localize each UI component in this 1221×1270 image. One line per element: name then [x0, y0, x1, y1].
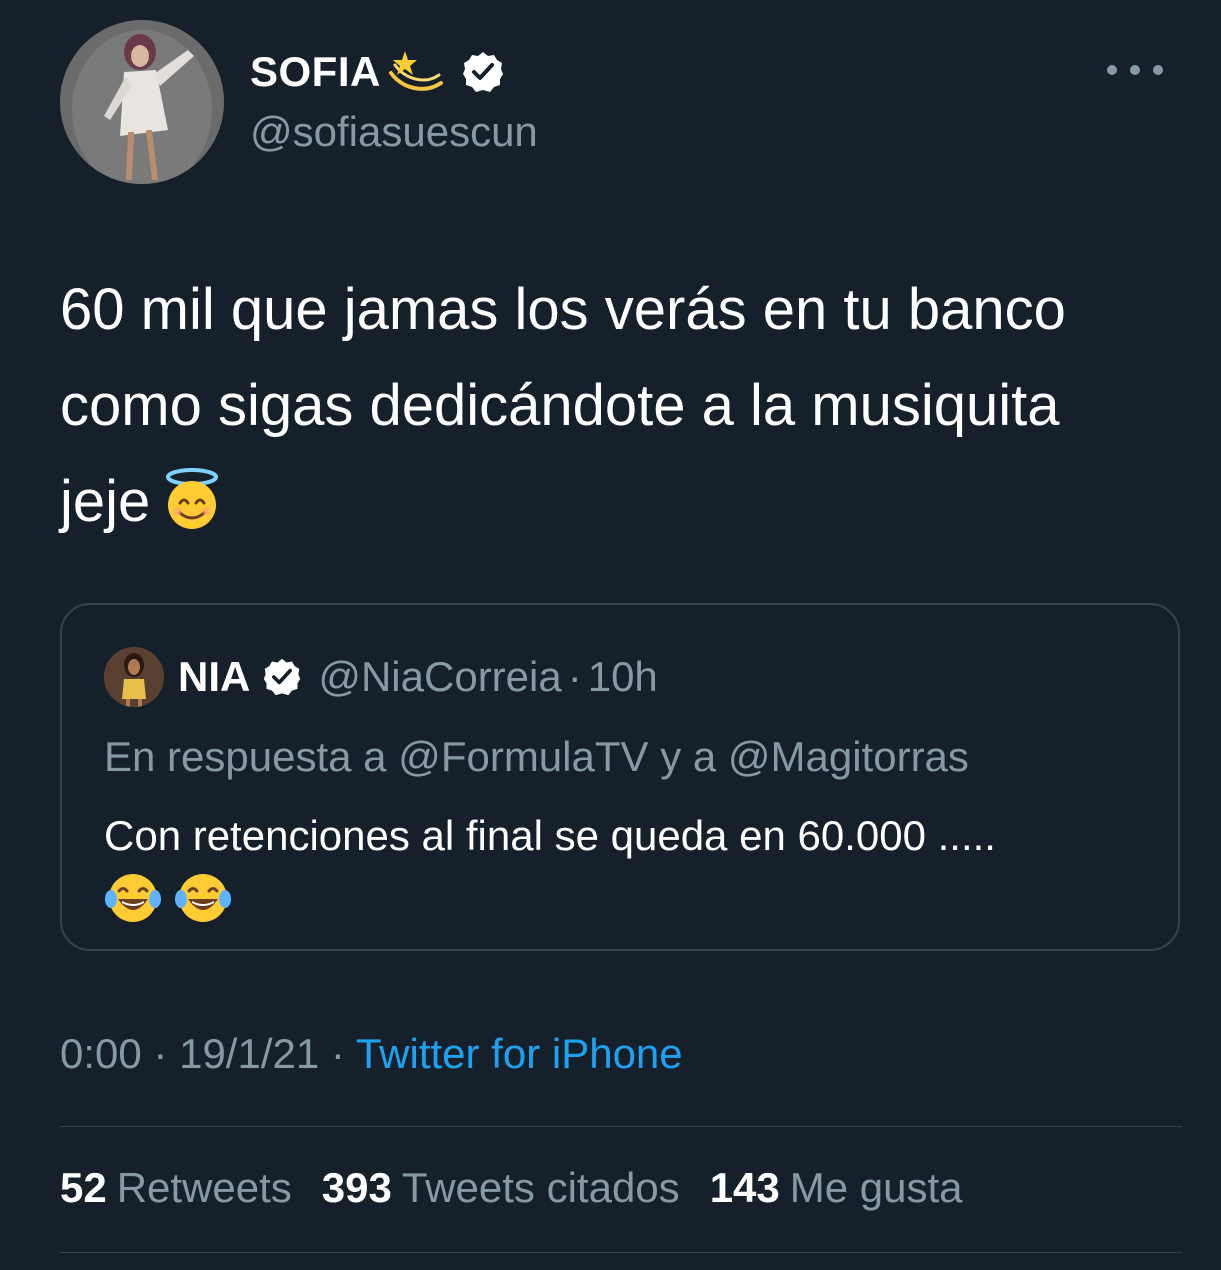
quoted-author-name: NIA: [178, 653, 251, 700]
tweet-detail: SOFIA @sofiasuescun 60 mil que jamas los…: [0, 0, 1221, 1270]
smiling-face-with-halo-icon: [160, 464, 224, 529]
more-dot: [1107, 65, 1117, 75]
tweet-source-link[interactable]: Twitter for iPhone: [356, 1030, 683, 1077]
separator-dot: ·: [330, 1030, 345, 1077]
author-handle[interactable]: @sofiasuescun: [250, 108, 538, 156]
more-dot: [1130, 65, 1140, 75]
separator-dot: ·: [567, 653, 582, 700]
quoted-author-handle: @NiaCorreia: [318, 653, 562, 700]
likes-count: 143: [709, 1164, 780, 1211]
quote-tweets-count: 393: [321, 1164, 392, 1211]
tweet-body: 60 mil que jamas los verás en tu banco c…: [60, 262, 1160, 550]
quoted-tweet-card[interactable]: NIA @NiaCorreia · 10h En respuesta a @Fo…: [60, 603, 1180, 951]
separator-dot: ·: [153, 1030, 168, 1077]
retweets-label: Retweets: [116, 1164, 292, 1211]
retweets-stat[interactable]: 52 Retweets: [60, 1164, 292, 1212]
face-with-tears-of-joy-icon: [105, 874, 161, 922]
shooting-star-icon: [387, 43, 445, 101]
author-avatar[interactable]: [60, 20, 224, 184]
quoted-tweet-header: NIA @NiaCorreia · 10h: [104, 645, 658, 709]
reply-context: En respuesta a @FormulaTV y a @Magitorra…: [104, 733, 969, 780]
face-with-tears-of-joy-icon: [175, 874, 231, 922]
divider: [60, 1126, 1182, 1127]
author-display-name[interactable]: SOFIA: [250, 48, 381, 96]
divider: [60, 1252, 1182, 1253]
retweets-count: 52: [60, 1164, 107, 1211]
verified-badge-icon: [461, 50, 505, 94]
likes-label: Me gusta: [789, 1164, 963, 1211]
author-name-row[interactable]: SOFIA: [250, 42, 505, 102]
more-options-icon[interactable]: [1107, 58, 1163, 82]
tweet-meta: 0:00 · 19/1/21 · Twitter for iPhone: [60, 1030, 683, 1078]
tweet-date: 19/1/21: [179, 1030, 320, 1077]
quoted-tweet-emojis: [104, 869, 244, 927]
verified-badge-icon: [262, 657, 302, 697]
quoted-tweet-time: 10h: [587, 653, 658, 700]
quote-tweets-label: Tweets citados: [401, 1164, 680, 1211]
more-dot: [1153, 65, 1163, 75]
quote-tweets-stat[interactable]: 393 Tweets citados: [322, 1164, 680, 1212]
tweet-stats: 52 Retweets 393 Tweets citados 143 Me gusta: [60, 1164, 993, 1212]
tweet-time: 0:00: [60, 1030, 142, 1077]
likes-stat[interactable]: 143 Me gusta: [710, 1164, 963, 1212]
quoted-author-avatar[interactable]: [104, 647, 164, 707]
quoted-tweet-text: Con retenciones al final se queda en 60.…: [104, 812, 996, 859]
